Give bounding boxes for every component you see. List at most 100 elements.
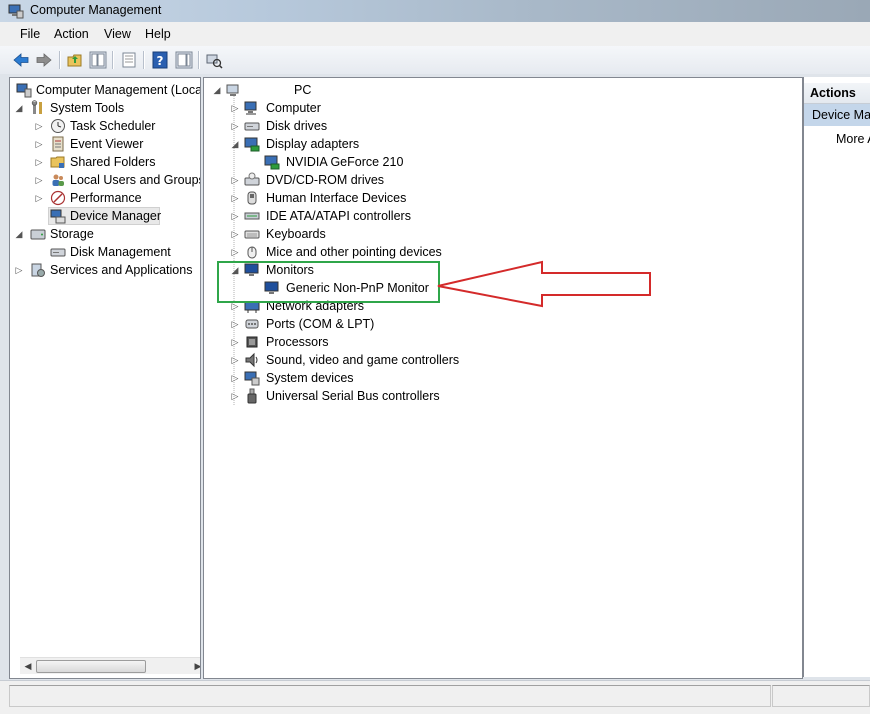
menu-help[interactable]: Help: [141, 27, 175, 41]
expand-arrow-icon[interactable]: ▷: [230, 333, 240, 351]
expand-arrow-icon[interactable]: ▷: [230, 99, 240, 117]
expand-arrow-icon[interactable]: ▷: [230, 351, 240, 369]
status-bar: [0, 680, 870, 714]
computer-management-icon: [8, 4, 24, 19]
collapse-arrow-icon[interactable]: ◢: [14, 99, 24, 117]
display-adapter-icon: [244, 137, 260, 152]
expand-arrow-icon[interactable]: ▷: [230, 243, 240, 261]
device-category[interactable]: ◢ Display adapters: [204, 135, 794, 153]
device-category[interactable]: ▷ Processors: [204, 333, 794, 351]
expand-arrow-icon[interactable]: ▷: [230, 117, 240, 135]
storage-icon: [30, 229, 46, 240]
dvd-drive-icon: [244, 172, 260, 186]
console-tree-pane: Computer Management (Local ◢ System Tools…: [9, 77, 201, 679]
expand-arrow-icon[interactable]: ▷: [34, 171, 44, 189]
up-folder-icon[interactable]: [66, 51, 84, 69]
device-category[interactable]: ▷ IDE ATA/ATAPI controllers: [204, 207, 794, 225]
actions-header: Actions: [804, 83, 870, 104]
device-label: Processors: [266, 335, 329, 349]
device-category[interactable]: ▷ Human Interface Devices: [204, 189, 794, 207]
hid-icon: [247, 191, 257, 205]
expand-arrow-icon[interactable]: ▷: [230, 189, 240, 207]
clock-icon: [51, 119, 65, 133]
console-tree-item[interactable]: ▷ Event Viewer: [10, 135, 200, 153]
device-category[interactable]: ▷ Computer: [204, 99, 794, 117]
scroll-left-arrow-icon[interactable]: ◀: [20, 658, 36, 674]
scroll-thumb[interactable]: [36, 660, 146, 673]
menu-view[interactable]: View: [100, 27, 135, 41]
main-area: Computer Management (Local ◢ System Tools…: [0, 74, 870, 680]
device-tree-pane: ◢ PC ▷ Computer ▷ Disk drives ◢ Display adapt…: [203, 77, 803, 679]
expand-arrow-icon[interactable]: ▷: [230, 207, 240, 225]
back-icon[interactable]: [12, 51, 30, 69]
console-tree-item[interactable]: ▷ Performance: [10, 189, 200, 207]
expand-arrow-icon[interactable]: ▷: [230, 369, 240, 387]
more-actions-link[interactable]: More A: [836, 132, 870, 146]
device-category[interactable]: ▷ Sound, video and game controllers: [204, 351, 794, 369]
collapse-arrow-icon[interactable]: ◢: [14, 225, 24, 243]
expand-arrow-icon[interactable]: ▷: [34, 135, 44, 153]
computer-icon: [244, 101, 257, 115]
tools-icon: [31, 100, 42, 114]
users-icon: [52, 174, 64, 186]
console-tree-item[interactable]: ◢ System Tools: [10, 99, 200, 117]
forward-icon[interactable]: [35, 51, 53, 69]
device-category[interactable]: ▷ Ports (COM & LPT): [204, 315, 794, 333]
scan-hardware-icon[interactable]: [205, 51, 223, 69]
title-bar: Computer Management: [0, 0, 870, 22]
console-tree-item[interactable]: Device Manager: [10, 207, 200, 225]
menu-file[interactable]: File: [16, 27, 44, 41]
console-tree-item-label: Disk Management: [70, 245, 171, 259]
expand-arrow-icon[interactable]: ▷: [34, 117, 44, 135]
console-tree-item-label: Shared Folders: [70, 155, 156, 169]
toolbar-separator: [198, 51, 200, 69]
shared-folder-icon: [50, 156, 65, 168]
device-category[interactable]: ▷ Universal Serial Bus controllers: [204, 387, 794, 405]
computer-management-icon: [16, 83, 32, 98]
console-tree-item[interactable]: ▷ Task Scheduler: [10, 117, 200, 135]
toolbar-separator: [112, 51, 114, 69]
console-tree-item[interactable]: ▷ Services and Applications: [10, 261, 200, 279]
sound-icon: [245, 352, 258, 368]
scroll-right-arrow-icon[interactable]: ▶: [190, 658, 200, 674]
console-tree-item[interactable]: ◢ Storage: [10, 225, 200, 243]
console-tree-item[interactable]: ▷ Local Users and Groups: [10, 171, 200, 189]
properties-icon[interactable]: [120, 51, 138, 69]
menu-bar: File Action View Help: [0, 22, 870, 47]
collapse-arrow-icon[interactable]: ◢: [230, 135, 240, 153]
console-tree-item-label: Event Viewer: [70, 137, 144, 151]
device-label: System devices: [266, 371, 354, 385]
horizontal-scrollbar[interactable]: ◀ ▶: [20, 657, 200, 674]
device-manager-icon: [50, 209, 66, 224]
keyboard-icon: [244, 230, 260, 239]
show-action-pane-icon[interactable]: [175, 51, 193, 69]
help-icon[interactable]: ?: [151, 51, 169, 69]
device-label: Keyboards: [266, 227, 326, 241]
console-tree-item[interactable]: Disk Management: [10, 243, 200, 261]
device-item[interactable]: NVIDIA GeForce 210: [204, 153, 794, 171]
performance-icon: [50, 190, 66, 206]
expand-arrow-icon[interactable]: ▷: [230, 315, 240, 333]
device-label: Display adapters: [266, 137, 360, 151]
display-adapter-icon: [264, 155, 280, 170]
expand-arrow-icon[interactable]: ▷: [230, 387, 240, 405]
status-cell-right: [772, 685, 870, 707]
console-tree-item[interactable]: ▷ Shared Folders: [10, 153, 200, 171]
device-category[interactable]: ▷ Disk drives: [204, 117, 794, 135]
expand-arrow-icon[interactable]: ▷: [34, 189, 44, 207]
usb-icon: [247, 388, 257, 404]
console-tree-item-label: Local Users and Groups: [70, 173, 201, 187]
expand-arrow-icon[interactable]: ▷: [14, 261, 24, 279]
expand-arrow-icon[interactable]: ▷: [230, 171, 240, 189]
device-category[interactable]: ▷ Keyboards: [204, 225, 794, 243]
menu-action[interactable]: Action: [50, 27, 93, 41]
device-label: Computer: [266, 101, 321, 115]
actions-section-device-manager[interactable]: Device Mar: [804, 104, 870, 126]
show-hide-tree-icon[interactable]: [89, 51, 107, 69]
expand-arrow-icon[interactable]: ▷: [230, 225, 240, 243]
expand-arrow-icon[interactable]: ▷: [34, 153, 44, 171]
device-label: Sound, video and game controllers: [266, 353, 460, 367]
mouse-icon: [247, 246, 257, 259]
device-category[interactable]: ▷ System devices: [204, 369, 794, 387]
device-category[interactable]: ▷ DVD/CD-ROM drives: [204, 171, 794, 189]
